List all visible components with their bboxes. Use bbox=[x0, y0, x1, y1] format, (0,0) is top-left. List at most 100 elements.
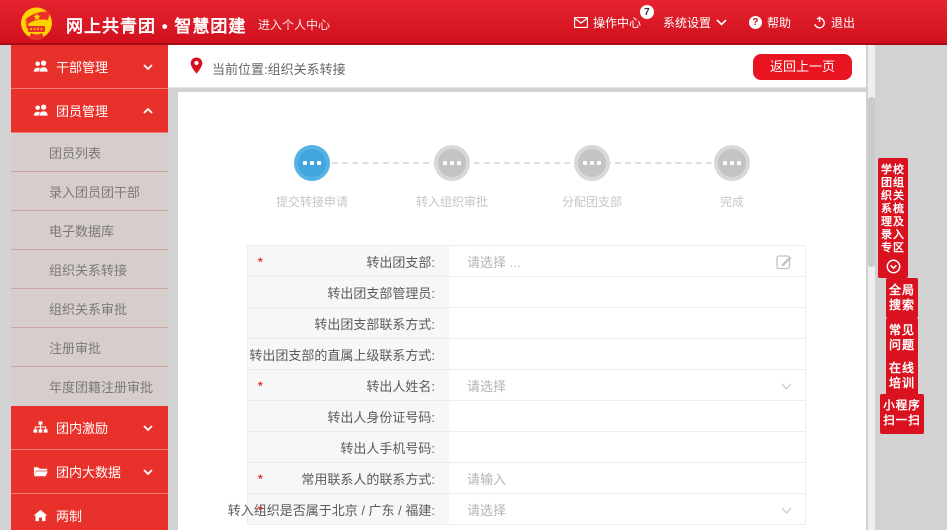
step-label: 提交转接申请 bbox=[242, 193, 382, 210]
online-training-badge[interactable]: 在线 培训 bbox=[886, 356, 918, 396]
form-row-superior-contact: 转出团支部的直属上级联系方式: bbox=[248, 339, 805, 370]
sidebar-subitem-org-relation-transfer[interactable]: 组织关系转接 bbox=[11, 250, 168, 289]
sidebar-item-big-data[interactable]: 团内大数据 bbox=[11, 450, 168, 494]
faq-badge[interactable]: 常见 问题 bbox=[886, 318, 918, 358]
step-label: 分配团支部 bbox=[522, 193, 662, 210]
required-marker: * bbox=[258, 472, 263, 486]
phone-number-value bbox=[449, 432, 805, 462]
step-circle bbox=[434, 145, 470, 181]
required-marker: * bbox=[258, 503, 263, 517]
step-org-approval: 转入组织审批 bbox=[382, 145, 522, 210]
sidebar-item-label: 团内激励 bbox=[56, 418, 142, 437]
scrollbar-track bbox=[868, 45, 875, 530]
miniprogram-scan-badge[interactable]: 小程序 扫一扫 bbox=[880, 394, 924, 434]
transfer-stepper: 提交转接申请 转入组织审批 分配团支部 完成 bbox=[178, 92, 866, 222]
id-number-value bbox=[449, 401, 805, 431]
school-org-zone-badge[interactable]: 学校 团组 织关 系梳 理及 录入 专区 bbox=[878, 158, 908, 278]
select-placeholder: 请选择 bbox=[467, 376, 506, 395]
contact-method-input[interactable]: 请输入 bbox=[449, 463, 805, 493]
notification-badge: 7 bbox=[640, 5, 654, 19]
member-management-submenu: 团员列表 录入团员团干部 电子数据库 组织关系转接 组织关系审批 注册审批 年度… bbox=[11, 133, 168, 406]
global-search-badge[interactable]: 全局 搜索 bbox=[886, 278, 918, 318]
logout-label: 退出 bbox=[831, 14, 855, 31]
sidebar-item-label: 团员管理 bbox=[56, 101, 142, 120]
sidebar-item-member-management[interactable]: 团员管理 bbox=[11, 89, 168, 133]
form-row-out-branch-contact: 转出团支部联系方式: bbox=[248, 308, 805, 339]
app-root: 网上共青团 • 智慧团建 进入个人中心 操作中心 7 系统设置 ? 帮助 退出 bbox=[0, 0, 947, 530]
form-row-id-number: 转出人身份证号码: bbox=[248, 401, 805, 432]
breadcrumb: 当前位置:组织关系转接 bbox=[212, 59, 346, 78]
personal-center-link[interactable]: 进入个人中心 bbox=[258, 16, 330, 33]
app-title: 网上共青团 • 智慧团建 bbox=[66, 12, 246, 37]
form-row-phone-number: 转出人手机号码: bbox=[248, 432, 805, 463]
content-panel: 提交转接申请 转入组织审批 分配团支部 完成 * 转出团支部: bbox=[178, 92, 866, 530]
help-link[interactable]: ? 帮助 bbox=[749, 14, 791, 31]
power-icon bbox=[813, 16, 826, 29]
sidebar-subitem-org-relation-approval[interactable]: 组织关系审批 bbox=[11, 289, 168, 328]
field-label: 转出团支部管理员: bbox=[248, 277, 449, 307]
chevron-down-icon bbox=[716, 19, 727, 26]
form-row-contact-method: * 常用联系人的联系方式: 请输入 bbox=[248, 463, 805, 494]
step-complete: 完成 bbox=[662, 145, 802, 210]
step-label: 完成 bbox=[662, 193, 802, 210]
app-header: 网上共青团 • 智慧团建 进入个人中心 操作中心 7 系统设置 ? 帮助 退出 bbox=[0, 0, 947, 45]
league-emblem-logo bbox=[16, 2, 57, 43]
step-circle bbox=[574, 145, 610, 181]
header-nav: 操作中心 7 系统设置 ? 帮助 退出 bbox=[574, 0, 855, 45]
sidebar-item-label: 两制 bbox=[56, 506, 154, 525]
input-placeholder: 请输入 bbox=[467, 469, 506, 488]
logout-link[interactable]: 退出 bbox=[813, 14, 855, 31]
users-icon bbox=[33, 59, 48, 74]
field-label: * 转入组织是否属于北京 / 广东 / 福建: bbox=[248, 494, 449, 524]
sidebar-item-two-systems[interactable]: 两制 bbox=[11, 494, 168, 530]
sidebar-subitem-annual-registration-approval[interactable]: 年度团籍注册审批 bbox=[11, 367, 168, 406]
back-button[interactable]: 返回上一页 bbox=[753, 54, 852, 80]
out-branch-admin-value bbox=[449, 277, 805, 307]
step-assign-branch: 分配团支部 bbox=[522, 145, 662, 210]
action-center-label: 操作中心 bbox=[593, 14, 641, 31]
sitemap-icon bbox=[33, 420, 48, 435]
field-label: 转出人身份证号码: bbox=[248, 401, 449, 431]
system-settings-menu[interactable]: 系统设置 bbox=[663, 14, 727, 31]
form-row-out-person-name: * 转出人姓名: 请选择 bbox=[248, 370, 805, 401]
field-label: 转出人手机号码: bbox=[248, 432, 449, 462]
chevron-up-icon bbox=[142, 105, 154, 117]
scrollbar-thumb[interactable] bbox=[868, 97, 875, 267]
step-circle-active bbox=[294, 145, 330, 181]
form-row-target-region: * 转入组织是否属于北京 / 广东 / 福建: 请选择 bbox=[248, 494, 805, 525]
target-region-select[interactable]: 请选择 bbox=[449, 494, 805, 524]
question-icon: ? bbox=[749, 16, 762, 29]
sidebar-subitem-edatabase[interactable]: 电子数据库 bbox=[11, 211, 168, 250]
step-circle bbox=[714, 145, 750, 181]
out-branch-picker[interactable]: 请选择 ... bbox=[449, 246, 805, 276]
superior-contact-value bbox=[449, 339, 805, 369]
out-person-name-select[interactable]: 请选择 bbox=[449, 370, 805, 400]
form-row-out-branch: * 转出团支部: 请选择 ... bbox=[248, 246, 805, 277]
field-label: * 转出团支部: bbox=[248, 246, 449, 276]
transfer-form: * 转出团支部: 请选择 ... 转出团支部管理员: 转出团支部联系方式: 转出… bbox=[247, 245, 806, 525]
out-branch-contact-value bbox=[449, 308, 805, 338]
picker-placeholder: 请选择 ... bbox=[467, 252, 520, 271]
users-icon bbox=[33, 103, 48, 118]
sidebar-item-cadre-management[interactable]: 干部管理 bbox=[11, 45, 168, 89]
mail-icon bbox=[574, 17, 588, 28]
sidebar-item-label: 干部管理 bbox=[56, 57, 142, 76]
sidebar: 干部管理 团员管理 团员列表 录入团员团干部 电子数据库 组织关系转接 组织关系… bbox=[11, 45, 168, 530]
system-settings-label: 系统设置 bbox=[663, 14, 711, 31]
required-marker: * bbox=[258, 255, 263, 269]
sidebar-subitem-member-list[interactable]: 团员列表 bbox=[11, 133, 168, 172]
sidebar-subitem-enter-members[interactable]: 录入团员团干部 bbox=[11, 172, 168, 211]
circle-chevron-down-icon bbox=[886, 259, 901, 274]
required-marker: * bbox=[258, 379, 263, 393]
chevron-down-icon bbox=[780, 504, 793, 517]
action-center-link[interactable]: 操作中心 7 bbox=[574, 14, 641, 31]
sidebar-subitem-registration-approval[interactable]: 注册审批 bbox=[11, 328, 168, 367]
select-placeholder: 请选择 bbox=[467, 500, 506, 519]
field-label: 转出团支部联系方式: bbox=[248, 308, 449, 338]
folder-icon bbox=[33, 464, 48, 479]
location-pin-icon bbox=[190, 57, 203, 74]
chevron-down-icon bbox=[142, 61, 154, 73]
field-label: * 常用联系人的联系方式: bbox=[248, 463, 449, 493]
sidebar-item-incentives[interactable]: 团内激励 bbox=[11, 406, 168, 450]
edit-icon[interactable] bbox=[776, 253, 793, 270]
